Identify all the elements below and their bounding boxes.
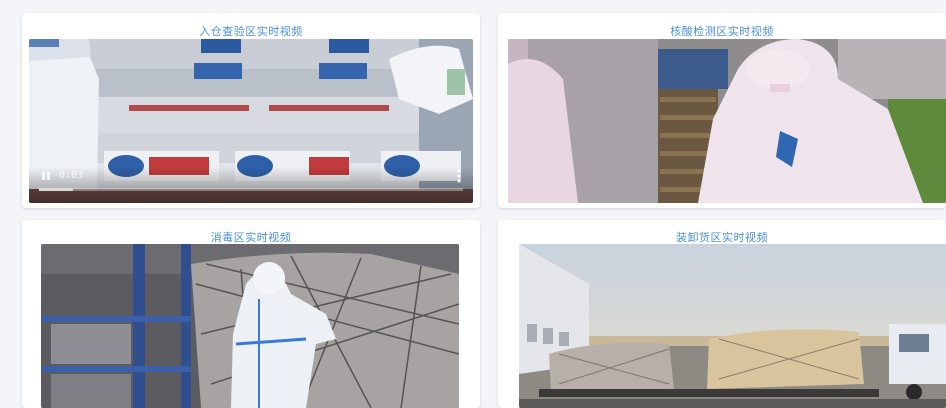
video-player[interactable]: 0:03 <box>29 39 473 203</box>
video-frame-image <box>508 39 946 203</box>
video-player[interactable] <box>508 39 946 203</box>
video-frame-image <box>519 244 946 408</box>
video-player[interactable] <box>41 244 459 408</box>
video-card-inspection: 入仓查验区实时视频 0:03 <box>22 13 480 208</box>
video-grid: 入仓查验区实时视频 0:03 核酸检测区实时视频 消毒区实时视频 装卸货区实时视… <box>0 0 946 408</box>
more-options-icon[interactable] <box>457 169 461 183</box>
video-card-disinfection: 消毒区实时视频 <box>22 220 480 408</box>
progress-fill <box>39 188 73 191</box>
video-title: 装卸货区实时视频 <box>676 231 768 244</box>
video-card-nucleic-test: 核酸检测区实时视频 <box>498 13 946 208</box>
video-title: 消毒区实时视频 <box>210 231 292 244</box>
playback-time: 0:03 <box>59 170 84 181</box>
video-player[interactable] <box>519 244 946 408</box>
pause-icon[interactable] <box>41 171 51 181</box>
progress-bar[interactable] <box>39 188 463 191</box>
video-frame-image <box>41 244 459 408</box>
video-title: 入仓查验区实时视频 <box>199 25 303 38</box>
player-controls <box>29 167 473 203</box>
video-card-loading-dock: 装卸货区实时视频 <box>498 220 946 408</box>
video-title: 核酸检测区实时视频 <box>670 25 774 38</box>
